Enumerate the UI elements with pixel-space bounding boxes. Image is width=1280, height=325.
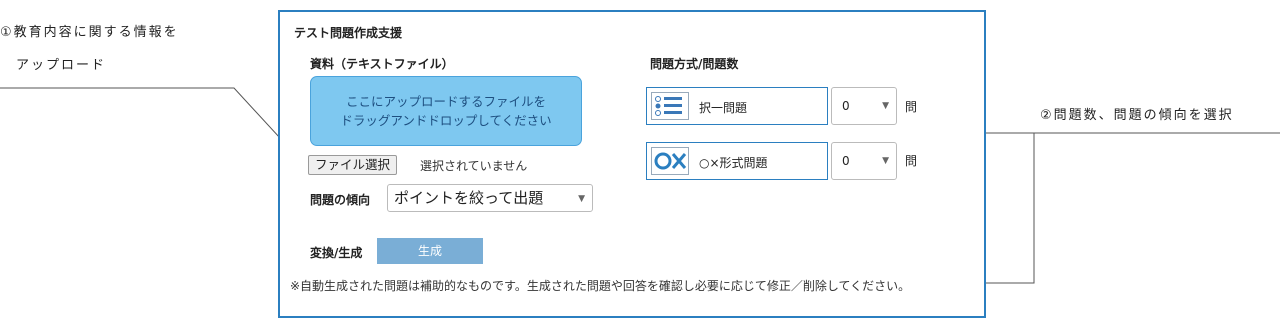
dropzone-line2: ドラッグアンドドロップしてください (340, 113, 552, 128)
test-question-panel: テスト問題作成支援 資料（テキストファイル） ここにアップロードするファイルを … (278, 10, 986, 318)
ox-unit: 問 (905, 154, 918, 168)
chevron-down-icon: ▼ (882, 101, 889, 111)
multiple-choice-label: 択一問題 (699, 101, 748, 115)
ox-icon (651, 147, 689, 175)
tendency-label: 問題の傾向 (310, 193, 371, 207)
ox-count-select[interactable]: 0 ▼ (831, 142, 897, 180)
format-label: 問題方式/問題数 (650, 57, 739, 71)
ox-label: ○×形式問題 (699, 156, 768, 170)
multiple-choice-icon (651, 92, 689, 120)
multiple-choice-count: 0 (842, 99, 850, 113)
chevron-down-icon: ▼ (578, 194, 585, 204)
panel-title: テスト問題作成支援 (294, 26, 403, 40)
chevron-down-icon: ▼ (882, 156, 889, 166)
tendency-select[interactable]: ポイントを絞って出題 ▼ (387, 184, 593, 212)
material-label: 資料（テキストファイル） (310, 57, 454, 71)
tendency-value: ポイントを絞って出題 (394, 189, 544, 207)
file-select-button[interactable]: ファイル選択 (308, 155, 398, 175)
disclaimer-note: ※自動生成された問題は補助的なものです。生成された問題や回答を確認し必要に応じて… (290, 279, 911, 293)
generate-button[interactable]: 生成 (377, 238, 483, 264)
convert-label: 変換/生成 (310, 246, 363, 260)
ox-count: 0 (842, 154, 850, 168)
multiple-choice-count-select[interactable]: 0 ▼ (831, 87, 897, 125)
file-dropzone[interactable]: ここにアップロードするファイルを ドラッグアンドドロップしてください (310, 76, 582, 146)
file-status: 選択されていません (420, 159, 528, 173)
ox-option[interactable]: ○×形式問題 (646, 142, 828, 180)
multiple-choice-option[interactable]: 択一問題 (646, 87, 828, 125)
dropzone-line1: ここにアップロードするファイルを (345, 94, 546, 109)
multiple-choice-unit: 問 (905, 100, 918, 114)
